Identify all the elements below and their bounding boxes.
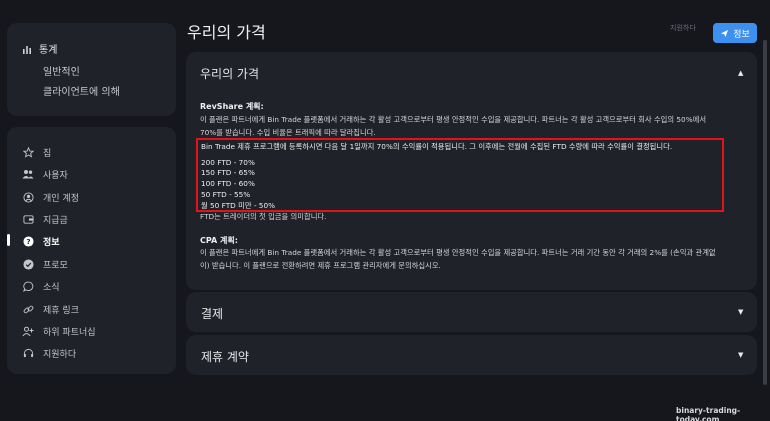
send-icon (721, 29, 729, 37)
headset-icon (22, 347, 34, 359)
sidebar-item-users[interactable]: 사용자 (22, 167, 68, 181)
tier-item: 150 FTD - 65% (201, 168, 255, 178)
page-title: 우리의 가격 (187, 23, 266, 42)
tier-item: 50 FTD - 55% (201, 189, 251, 199)
check-badge-icon (22, 258, 34, 270)
info-button[interactable]: 정보 (713, 23, 757, 43)
accordion-payments[interactable] (186, 292, 757, 332)
wallet-icon (22, 213, 34, 225)
sidebar-item-label: 집 (43, 148, 52, 159)
user-icon (22, 191, 34, 203)
revshare-paragraph: 이 플랜은 파트너에게 Bin Trade 플랫폼에서 거래하는 각 활성 고객… (200, 114, 745, 139)
revshare-heading: RevShare 계획: (200, 102, 264, 111)
sidebar-item-label: 제휴 링크 (43, 305, 79, 316)
info-button-label: 정보 (733, 29, 750, 40)
watermark: binary-trading-today.com (676, 406, 741, 421)
active-indicator (7, 234, 10, 246)
support-link[interactable]: 지원하다 (670, 23, 696, 33)
chevron-down-icon[interactable]: ▼ (738, 308, 743, 316)
stats-by-client-link[interactable]: 클라이언트에 의해 (43, 83, 120, 98)
stats-title-label: 통계 (39, 45, 58, 56)
sidebar-item-info[interactable]: ? 정보 (22, 234, 60, 248)
stats-card (7, 23, 176, 116)
accordion-affiliate-agreement[interactable] (186, 335, 757, 375)
revshare-line: 이 플랜은 파트너에게 Bin Trade 플랫폼에서 거래하는 각 활성 고객… (200, 115, 707, 124)
sidebar-item-label: 하위 파트너십 (43, 327, 96, 338)
cpa-heading: CPA 계획: (200, 236, 238, 245)
cpa-line: 이 플랜은 파트너에게 Bin Trade 플랫폼에서 거래하는 각 활성 고객… (200, 248, 716, 257)
sidebar-item-label: 개인 계정 (43, 193, 79, 204)
chat-icon (22, 280, 34, 292)
scrollbar[interactable] (763, 40, 767, 385)
bar-chart-icon (23, 45, 31, 54)
sidebar-item-support[interactable]: 지원하다 (22, 346, 76, 360)
sidebar-item-label: 사용자 (43, 170, 68, 181)
stats-general-link[interactable]: 일반적인 (43, 63, 80, 78)
user-plus-icon (22, 325, 34, 337)
sidebar-item-label: 소식 (43, 282, 60, 293)
sidebar-item-label: 지원하다 (43, 349, 77, 360)
link-icon (22, 303, 34, 315)
sidebar-item-affiliate-link[interactable]: 제휴 링크 (22, 302, 79, 316)
pricing-panel-title[interactable]: 우리의 가격 (200, 65, 259, 82)
accordion-payments-label: 결제 (201, 307, 224, 321)
stats-title[interactable]: 통계 (22, 41, 57, 56)
sidebar-item-label: 지급금 (43, 215, 68, 226)
chevron-up-icon[interactable]: ▲ (738, 69, 743, 77)
sidebar-item-label: 프로모 (43, 260, 68, 271)
users-icon (22, 168, 34, 180)
sidebar-item-payouts[interactable]: 지급금 (22, 212, 68, 226)
sidebar-item-promo[interactable]: 프로모 (22, 257, 68, 271)
tier-intro: Bin Trade 제휴 프로그램에 등록하시면 다음 달 1일까지 70%의 … (201, 142, 673, 151)
star-icon (22, 146, 34, 158)
revshare-tier-details: Bin Trade 제휴 프로그램에 등록하시면 다음 달 1일까지 70%의 … (201, 142, 672, 211)
sidebar-item-home[interactable]: 집 (22, 145, 51, 159)
sidebar-item-label: 정보 (43, 237, 60, 248)
chevron-down-icon[interactable]: ▼ (738, 351, 743, 359)
cpa-line: 이) 받습니다. 이 플랜으로 전환하려면 제휴 프로그램 관리자에게 문의하십… (200, 260, 441, 270)
cpa-paragraph: 이 플랜은 파트너에게 Bin Trade 플랫폼에서 거래하는 각 활성 고객… (200, 247, 745, 272)
tier-item: 월 50 FTD 미만 - 50% (201, 200, 276, 210)
sidebar-item-news[interactable]: 소식 (22, 279, 60, 293)
svg-text:?: ? (26, 237, 30, 246)
sidebar-item-personal-account[interactable]: 개인 계정 (22, 190, 79, 204)
ftd-note: FTD는 트레이더의 첫 입금을 의미합니다. (200, 212, 327, 221)
question-icon: ? (22, 235, 34, 247)
accordion-agreement-label: 제휴 계약 (201, 350, 249, 364)
sidebar-item-sub-partnership[interactable]: 하위 파트너십 (22, 324, 96, 338)
tier-item: 200 FTD - 70% (201, 157, 255, 167)
tier-item: 100 FTD - 60% (201, 179, 255, 189)
